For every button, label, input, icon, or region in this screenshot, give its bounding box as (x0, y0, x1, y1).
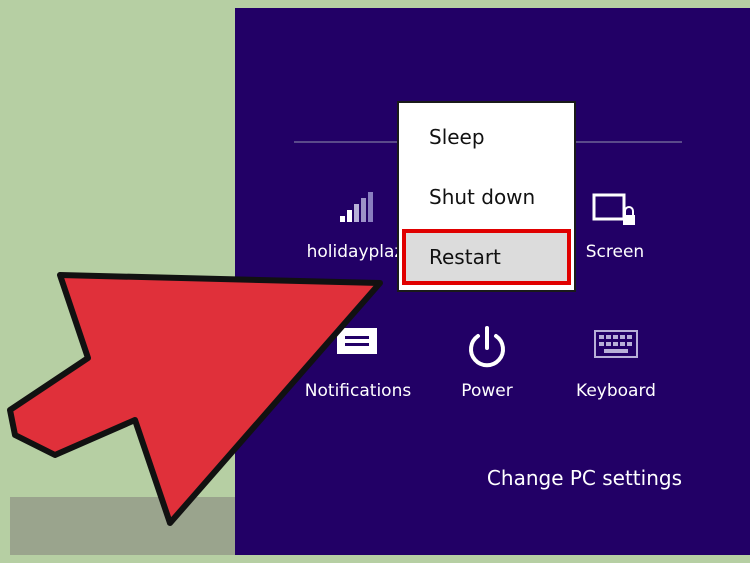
change-pc-settings-link[interactable]: Change PC settings (487, 466, 682, 490)
screen-lock-icon (592, 193, 635, 225)
screen-label: Screen (585, 242, 645, 262)
keyboard-icon (594, 330, 638, 358)
notifications-label: Notifications (304, 381, 412, 401)
keyboard-label: Keyboard (576, 381, 656, 401)
menu-item-restart[interactable]: Restart (402, 229, 571, 285)
screen-tile[interactable]: Screen (565, 193, 665, 278)
menu-item-shut-down[interactable]: Shut down (399, 185, 574, 209)
power-menu: Sleep Shut down Restart (397, 101, 576, 292)
menu-item-sleep[interactable]: Sleep (399, 125, 574, 149)
background-strip (10, 497, 250, 555)
notifications-tile[interactable]: Notifications (303, 326, 413, 406)
keyboard-tile[interactable]: Keyboard (571, 326, 661, 406)
notifications-icon (337, 328, 377, 354)
power-icon (469, 326, 505, 368)
power-label: Power (461, 381, 513, 401)
signal-bars-icon (340, 192, 373, 222)
power-tile[interactable]: Power (447, 326, 527, 406)
